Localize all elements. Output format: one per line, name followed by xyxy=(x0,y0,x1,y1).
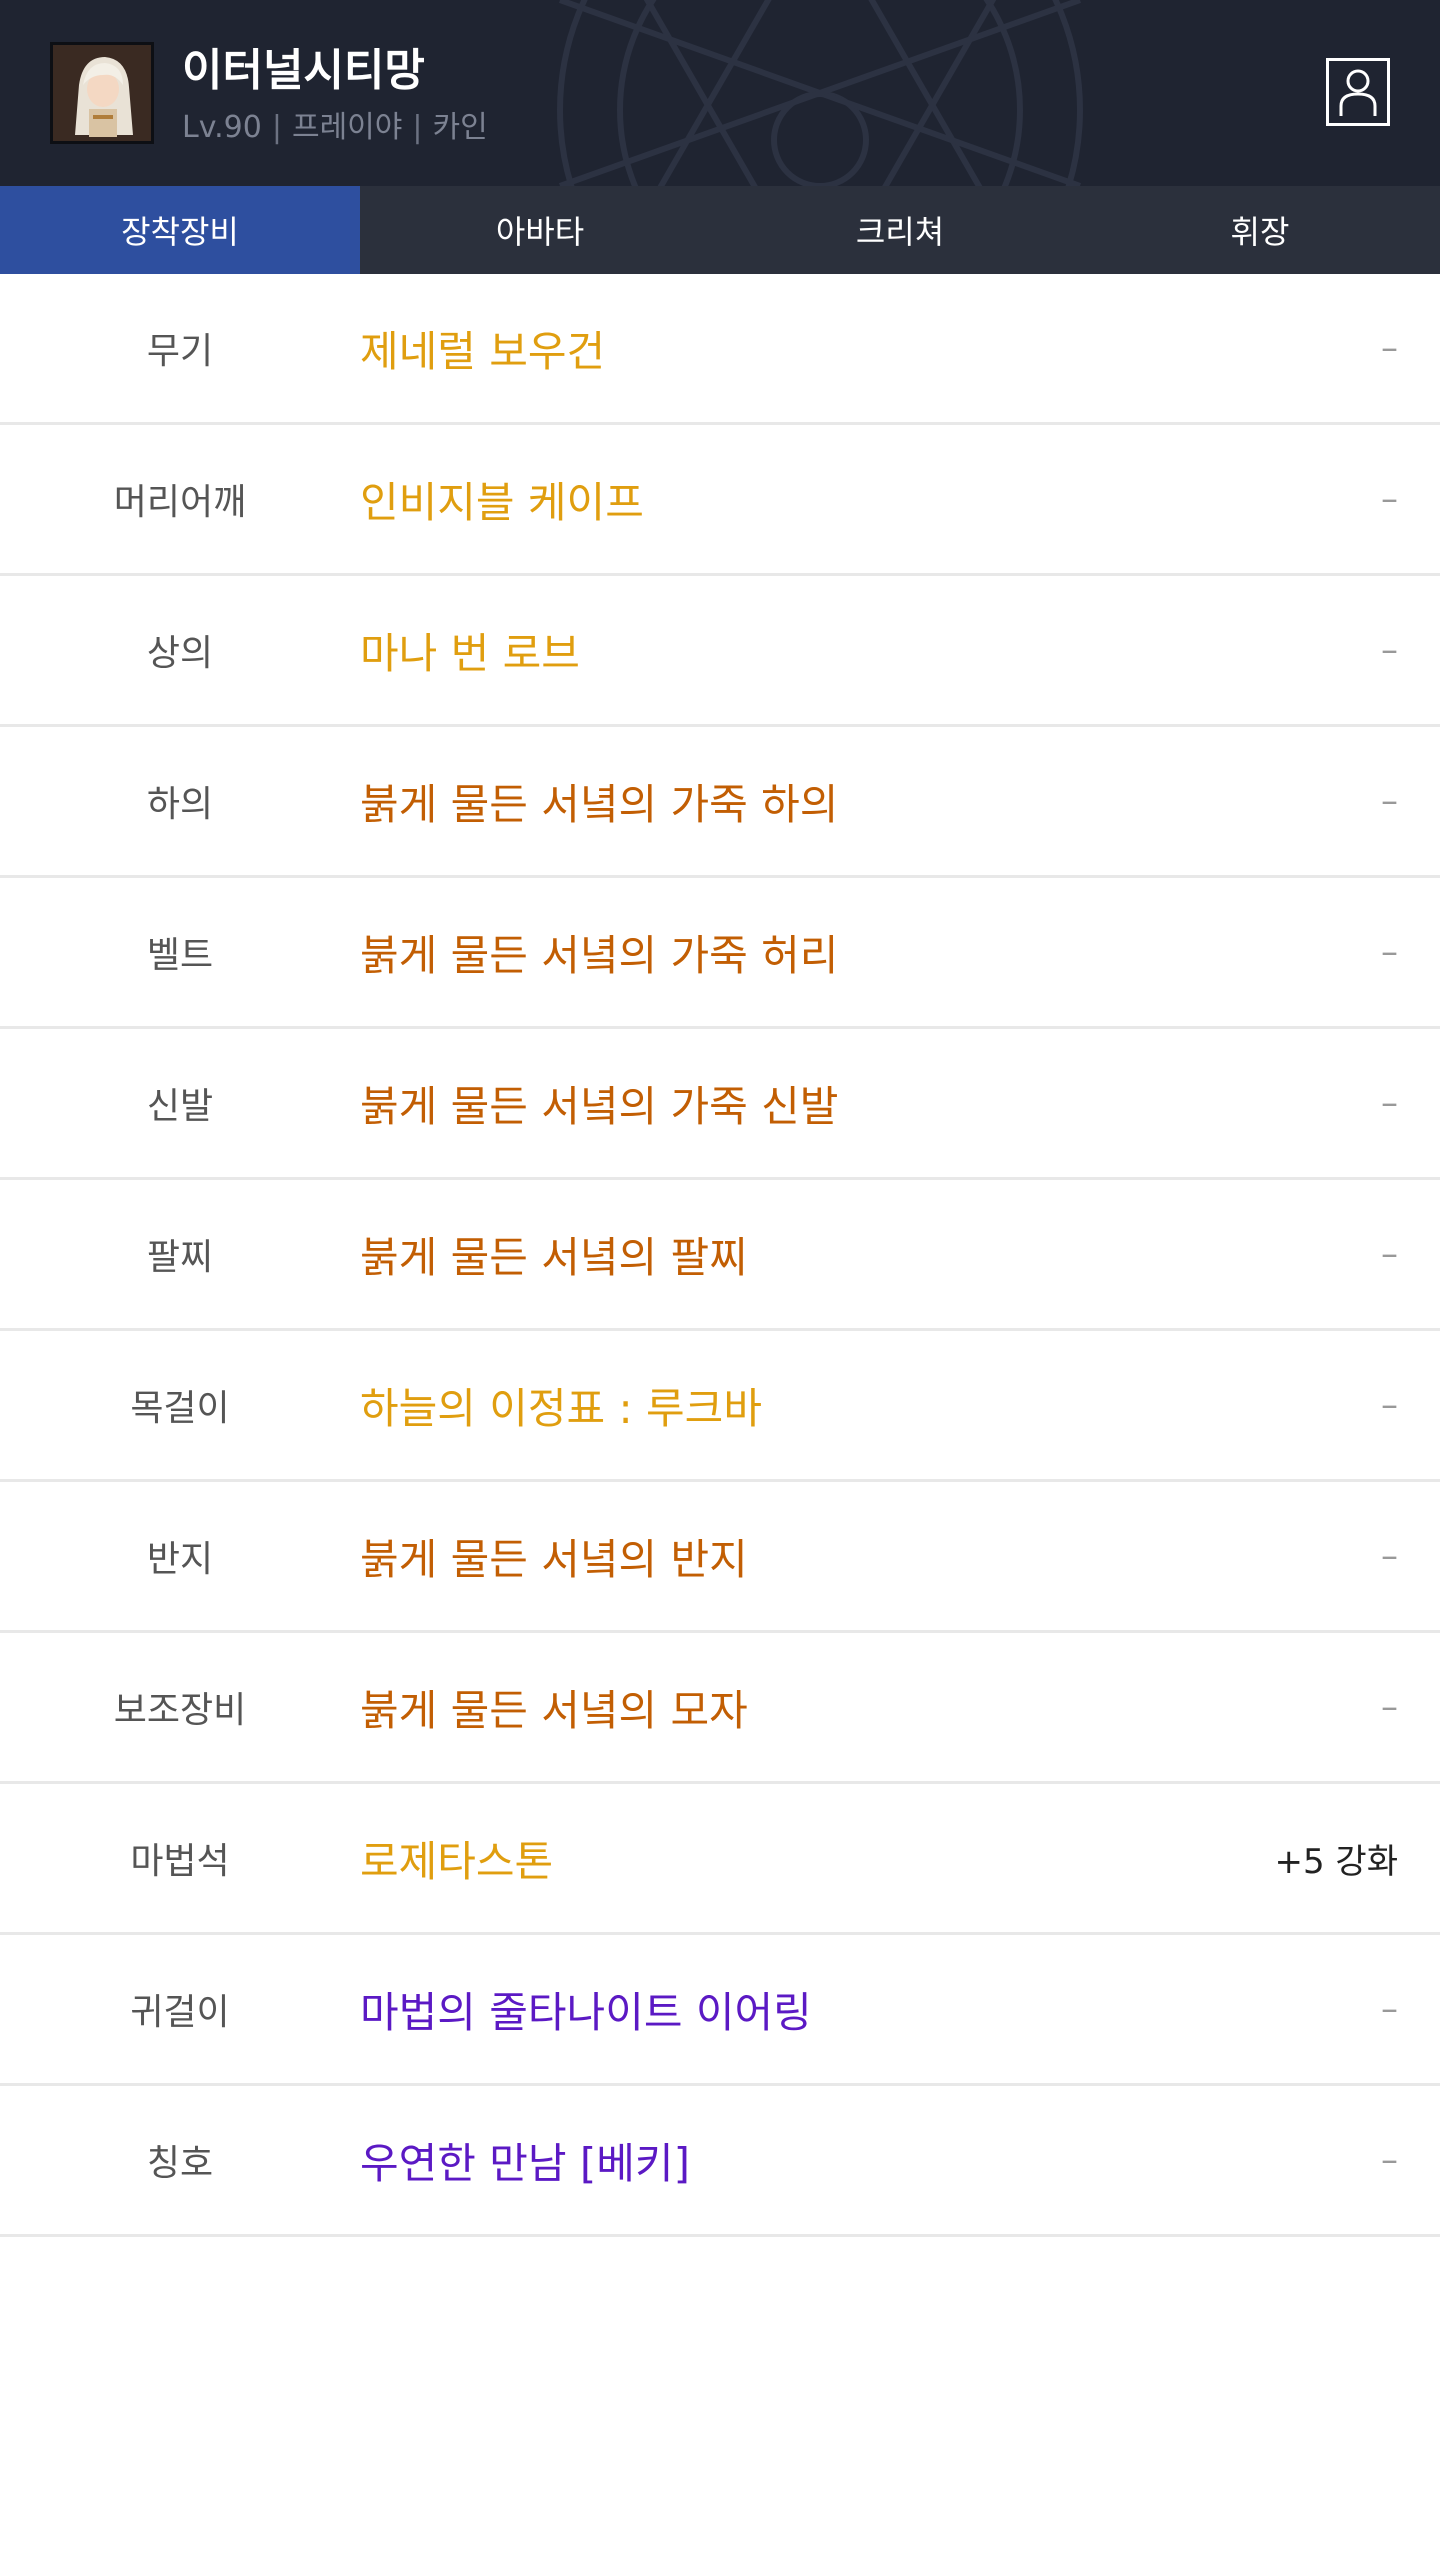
character-server: 카인 xyxy=(432,110,488,145)
slot-label: 목걸이 xyxy=(130,1388,230,1429)
item-name[interactable]: 붉게 물든 서녘의 반지 xyxy=(360,1526,1440,1587)
item-name[interactable]: 붉게 물든 서녘의 팔찌 xyxy=(360,1224,1440,1285)
slot-label: 마법석 xyxy=(130,1841,230,1882)
item-name[interactable]: 제네럴 보우건 xyxy=(360,318,1440,379)
tab-bar: 장착장비 아바타 크리쳐 휘장 xyxy=(0,186,1440,274)
equipment-row[interactable]: 보조장비 붉게 물든 서녘의 모자 – xyxy=(0,1633,1440,1784)
item-name[interactable]: 붉게 물든 서녘의 모자 xyxy=(360,1677,1440,1738)
item-name[interactable]: 하늘의 이정표 : 루크바 xyxy=(360,1375,1440,1436)
slot-label: 반지 xyxy=(146,1539,214,1580)
equipment-row[interactable]: 반지 붉게 물든 서녘의 반지 – xyxy=(0,1482,1440,1633)
profile-button[interactable] xyxy=(1326,58,1390,126)
character-name: 이터널시티망 xyxy=(182,45,425,96)
equipment-row[interactable]: 신발 붉게 물든 서녘의 가죽 신발 – xyxy=(0,1029,1440,1180)
equipment-row[interactable]: 상의 마나 번 로브 – xyxy=(0,576,1440,727)
person-icon xyxy=(1339,69,1377,116)
slot-label: 머리어깨 xyxy=(113,482,247,523)
character-job: 프레이야 xyxy=(291,110,403,145)
meta-separator: | xyxy=(271,110,282,145)
tab-emblem[interactable]: 휘장 xyxy=(1080,186,1440,274)
tab-creature[interactable]: 크리쳐 xyxy=(720,186,1080,274)
equipment-row[interactable]: 머리어깨 인비지블 케이프 – xyxy=(0,425,1440,576)
slot-label: 무기 xyxy=(146,331,214,372)
slot-label: 신발 xyxy=(146,1086,214,1127)
slot-label: 상의 xyxy=(146,633,214,674)
enhance-value: – xyxy=(1381,328,1398,368)
enhance-value: +5 강화 xyxy=(1274,1841,1399,1882)
character-level: Lv.90 xyxy=(182,110,262,145)
slot-label: 보조장비 xyxy=(113,1690,247,1731)
enhance-value: – xyxy=(1381,1234,1398,1274)
equipment-row[interactable]: 마법석 로제타스톤 +5 강화 xyxy=(0,1784,1440,1935)
enhance-value: – xyxy=(1381,781,1398,821)
equipment-row[interactable]: 귀걸이 마법의 줄타나이트 이어링 – xyxy=(0,1935,1440,2086)
enhance-value: – xyxy=(1381,479,1398,519)
profile-header: 이터널시티망 Lv.90 | 프레이야 | 카인 xyxy=(0,0,1440,186)
slot-label: 벨트 xyxy=(146,935,214,976)
equipment-row[interactable]: 벨트 붉게 물든 서녘의 가죽 허리 – xyxy=(0,878,1440,1029)
equipment-row[interactable]: 팔찌 붉게 물든 서녘의 팔찌 – xyxy=(0,1180,1440,1331)
equipment-row[interactable]: 목걸이 하늘의 이정표 : 루크바 – xyxy=(0,1331,1440,1482)
item-name[interactable]: 붉게 물든 서녘의 가죽 신발 xyxy=(360,1073,1440,1134)
slot-label: 칭호 xyxy=(146,2143,214,2184)
equipment-row[interactable]: 하의 붉게 물든 서녘의 가죽 하의 – xyxy=(0,727,1440,878)
meta-separator: | xyxy=(412,110,423,145)
item-name[interactable]: 우연한 만남 [베키] xyxy=(360,2130,1440,2191)
enhance-value: – xyxy=(1381,630,1398,670)
item-name[interactable]: 마나 번 로브 xyxy=(360,620,1440,681)
character-meta: Lv.90 | 프레이야 | 카인 xyxy=(182,102,488,146)
character-avatar xyxy=(50,42,154,144)
slot-label: 귀걸이 xyxy=(130,1992,230,2033)
enhance-value: – xyxy=(1381,1536,1398,1576)
tab-equipment[interactable]: 장착장비 xyxy=(0,186,360,274)
enhance-value: – xyxy=(1381,1687,1398,1727)
equipment-row[interactable]: 무기 제네럴 보우건 – xyxy=(0,274,1440,425)
item-name[interactable]: 마법의 줄타나이트 이어링 xyxy=(360,1979,1440,2040)
enhance-value: – xyxy=(1381,932,1398,972)
item-name[interactable]: 인비지블 케이프 xyxy=(360,469,1440,530)
equipment-row[interactable]: 칭호 우연한 만남 [베키] – xyxy=(0,2086,1440,2237)
item-name[interactable]: 붉게 물든 서녘의 가죽 하의 xyxy=(360,771,1440,832)
enhance-value: – xyxy=(1381,2140,1398,2180)
slot-label: 하의 xyxy=(146,784,214,825)
slot-label: 팔찌 xyxy=(146,1237,214,1278)
item-name[interactable]: 붉게 물든 서녘의 가죽 허리 xyxy=(360,922,1440,983)
tab-avatar[interactable]: 아바타 xyxy=(360,186,720,274)
enhance-value: – xyxy=(1381,1989,1398,2029)
enhance-value: – xyxy=(1381,1083,1398,1123)
equipment-list: 무기 제네럴 보우건 – 머리어깨 인비지블 케이프 – 상의 마나 번 로브 … xyxy=(0,274,1440,2237)
character-portrait xyxy=(53,45,151,141)
enhance-value: – xyxy=(1381,1385,1398,1425)
